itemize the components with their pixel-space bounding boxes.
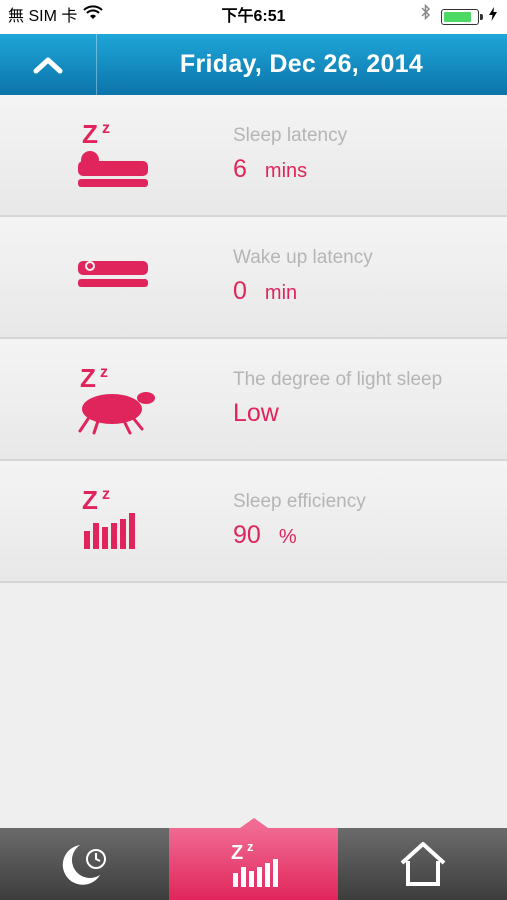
charging-icon (489, 0, 497, 34)
metric-value: 90 % (233, 521, 297, 550)
status-right (421, 0, 497, 34)
light-sleep-sheep-icon: Z z (78, 363, 155, 435)
svg-text:z: z (102, 120, 110, 137)
tab-bar: Z z (0, 818, 507, 900)
svg-text:Z: Z (82, 119, 98, 149)
svg-text:z: z (102, 486, 110, 503)
metric-unit: % (278, 526, 297, 548)
metric-number: Low (233, 399, 279, 427)
metric-row-wake-latency: Wake up latency 0 min (0, 217, 507, 339)
bluetooth-icon (421, 0, 431, 34)
metrics-list: Z z Sleep latency 6 mins Wake up latency… (0, 95, 507, 583)
status-bar: 無 SIM 卡 下午6:51 (0, 0, 507, 34)
chevron-up-icon (33, 57, 63, 73)
svg-text:z: z (247, 839, 254, 854)
metric-label: Sleep efficiency (233, 491, 366, 512)
metric-label: The degree of light sleep (233, 369, 443, 390)
tab-home[interactable] (338, 828, 507, 900)
sleep-efficiency-icon: Z z (82, 485, 135, 549)
metric-value: 6 mins (233, 155, 307, 184)
metric-unit: mins (264, 160, 308, 182)
svg-text:Z: Z (82, 485, 98, 515)
battery-fill (444, 12, 471, 22)
metric-row-sleep-efficiency: Z z Sleep efficiency 90 % (0, 461, 507, 583)
metric-label: Sleep latency (233, 125, 348, 146)
home-icon (400, 842, 445, 886)
metric-unit: min (264, 282, 298, 304)
svg-text:z: z (100, 364, 108, 381)
moon-clock-icon (62, 845, 106, 885)
svg-text:Z: Z (80, 363, 96, 393)
battery-icon (441, 9, 483, 25)
metric-label: Wake up latency (233, 247, 373, 268)
sleep-latency-icon: Z z (78, 119, 148, 187)
metric-number: 6 (233, 155, 247, 183)
wake-latency-icon (78, 261, 148, 287)
metric-value: 0 min (233, 277, 297, 306)
collapse-button[interactable] (0, 34, 97, 95)
tab-sleep-stats[interactable]: Z z (169, 818, 338, 900)
metric-row-light-sleep: Z z The degree of light sleep Low (0, 339, 507, 461)
date-header: Friday, Dec 26, 2014 (0, 34, 507, 95)
metric-row-sleep-latency: Z z Sleep latency 6 mins (0, 95, 507, 217)
sleep-stats-icon: Z z (231, 839, 278, 887)
svg-text:Z: Z (231, 842, 243, 864)
tab-alarm[interactable] (0, 828, 169, 900)
metric-number: 0 (233, 277, 247, 305)
metric-value: Low (233, 399, 279, 428)
page-title: Friday, Dec 26, 2014 (179, 50, 424, 78)
metric-number: 90 (233, 521, 261, 549)
